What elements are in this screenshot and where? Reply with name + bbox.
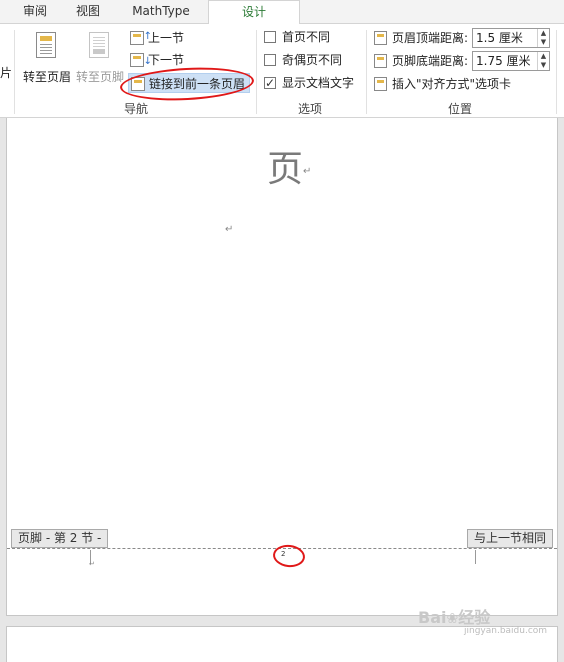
insert-align-tab-icon (374, 77, 387, 91)
goto-header-button[interactable]: 转至页眉 (21, 30, 73, 86)
checkbox-checked-box (264, 74, 276, 92)
insert-align-tab-label: 插入"对齐方式"选项卡 (392, 77, 512, 91)
footer-from-bottom-label: 页脚底端距离: (392, 54, 469, 68)
footer-from-bottom-value: 1.75 厘米 (476, 54, 531, 68)
different-first-page-label: 首页不同 (282, 30, 331, 44)
group-separator (366, 30, 367, 114)
footer-section-tag: 页脚 - 第 2 节 - (11, 529, 109, 548)
next-section-label: 下一节 (148, 53, 185, 67)
link-to-previous-label: 链接到前一条页眉 (149, 77, 246, 91)
spinner-arrows-icon[interactable]: ▲ ▼ (537, 29, 549, 47)
footer-from-bottom-spinner[interactable]: 1.75 厘米 ▲ ▼ (472, 51, 550, 71)
footer-position-icon (374, 54, 387, 68)
document-page[interactable]: 页 ↵ ↵ 页脚 - 第 2 节 - 与上一节相同 ↵ 2 (6, 118, 558, 616)
previous-section-icon (130, 27, 152, 47)
ribbon-panel: 片 转至页眉 转至页脚 上一节 下一节 链接到前一条页眉 导航 首页不同 奇偶页… (0, 24, 564, 118)
previous-section-label: 上一节 (148, 31, 185, 45)
watermark-text: Bai (418, 608, 447, 627)
group-separator (14, 30, 15, 114)
tab-design[interactable]: 设计 (208, 0, 300, 25)
different-first-page-checkbox[interactable]: 首页不同 (264, 28, 330, 46)
different-odd-even-label: 奇偶页不同 (282, 53, 343, 67)
goto-footer-icon (89, 32, 109, 58)
goto-header-label: 转至页眉 (22, 70, 71, 84)
group-separator (256, 30, 257, 114)
header-from-top-label: 页眉顶端距离: (392, 31, 469, 45)
paragraph-mark: ↵ (303, 166, 312, 177)
goto-header-icon (36, 32, 56, 58)
same-as-previous-tag: 与上一节相同 (466, 529, 553, 548)
show-document-text-label: 显示文档文字 (282, 76, 355, 90)
navigation-group-label: 导航 (124, 102, 149, 116)
checkbox-box (264, 31, 276, 43)
tab-view[interactable]: 视图 (64, 0, 112, 24)
header-position-icon (374, 31, 387, 45)
ribbon-tab-bar: 审阅 视图 MathType 设计 (0, 0, 564, 25)
watermark-suffix: 经验 (458, 608, 491, 627)
paragraph-mark: ↵ (225, 224, 234, 235)
next-section-icon (130, 52, 152, 72)
tab-review[interactable]: 审阅 (12, 0, 58, 24)
baidu-watermark: Bai❀经验 jingyan.baidu.com (418, 604, 547, 636)
previous-section-button[interactable]: 上一节 (128, 27, 185, 48)
show-document-text-checkbox[interactable]: 显示文档文字 (264, 74, 354, 92)
tab-mathtype[interactable]: MathType (118, 0, 204, 24)
paragraph-mark: ↵ (89, 560, 95, 568)
footer-from-bottom-row: 页脚底端距离: (374, 50, 468, 72)
goto-footer-button[interactable]: 转至页脚 (74, 30, 126, 86)
options-group-label: 选项 (298, 102, 323, 116)
group-separator (556, 30, 557, 114)
header-from-top-value: 1.5 厘米 (476, 31, 523, 45)
header-from-top-spinner[interactable]: 1.5 厘米 ▲ ▼ (472, 28, 550, 48)
crop-mark (475, 550, 476, 564)
spinner-arrows-icon[interactable]: ▲ ▼ (537, 52, 549, 70)
watermark-url: jingyan.baidu.com (464, 626, 548, 636)
next-section-button[interactable]: 下一节 (128, 50, 185, 72)
header-from-top-row: 页眉顶端距离: (374, 27, 468, 49)
goto-footer-label: 转至页脚 (75, 70, 124, 84)
paw-icon: ❀ (446, 611, 459, 627)
insert-align-tab-button[interactable]: 插入"对齐方式"选项卡 (374, 73, 511, 95)
link-to-previous-button[interactable]: 链接到前一条页眉 (128, 73, 251, 93)
clipped-button-label: 片 (0, 66, 13, 80)
heading-character: 页 (267, 149, 304, 190)
position-group-label: 位置 (448, 102, 473, 116)
checkbox-box (264, 54, 276, 66)
different-odd-even-checkbox[interactable]: 奇偶页不同 (264, 51, 342, 69)
link-to-previous-icon (131, 77, 145, 91)
